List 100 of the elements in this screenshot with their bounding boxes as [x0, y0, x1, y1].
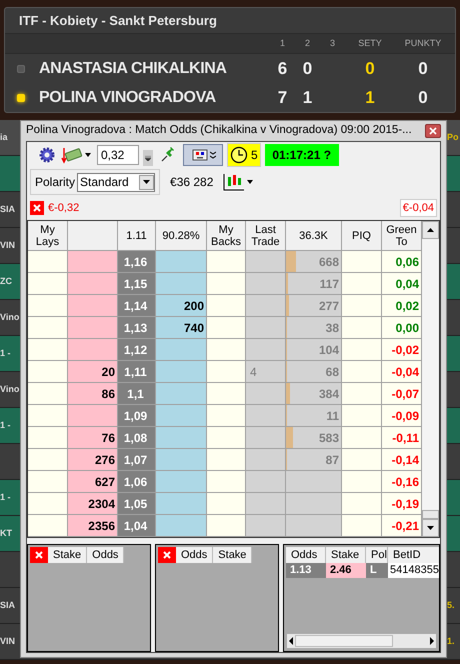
scroll-up-button[interactable]: [422, 221, 439, 239]
column-header[interactable]: 90.28%: [156, 221, 207, 251]
lay-volume-cell[interactable]: 76: [68, 427, 118, 449]
back-volume-cell[interactable]: [156, 339, 207, 361]
ladder-cell[interactable]: [28, 471, 68, 493]
lay-volume-cell[interactable]: [68, 251, 118, 273]
column-header[interactable]: Pol: [366, 547, 388, 563]
ladder-cell[interactable]: [207, 295, 246, 317]
lay-volume-cell[interactable]: [68, 405, 118, 427]
scrollbar[interactable]: [422, 221, 439, 537]
column-header[interactable]: Last Trade: [246, 221, 286, 251]
arrow-up-icon[interactable]: [427, 228, 434, 232]
candlestick-icon[interactable]: [223, 173, 246, 191]
ladder-cell[interactable]: [207, 471, 246, 493]
ladder-cell[interactable]: [28, 405, 68, 427]
arrow-down-icon[interactable]: [427, 526, 434, 530]
column-header[interactable]: Odds: [176, 547, 214, 563]
back-volume-cell[interactable]: [156, 251, 207, 273]
lay-volume-cell[interactable]: 86: [68, 383, 118, 405]
ladder-cell[interactable]: [207, 449, 246, 471]
column-header[interactable]: Odds: [286, 547, 326, 563]
column-header[interactable]: Odds: [87, 547, 124, 563]
ladder-cell[interactable]: [207, 427, 246, 449]
lay-volume-cell[interactable]: 276: [68, 449, 118, 471]
caret-icon[interactable]: [247, 180, 254, 184]
lay-volume-cell[interactable]: [68, 317, 118, 339]
scroll-thumb[interactable]: [295, 635, 393, 647]
column-header[interactable]: 1.11: [118, 221, 156, 251]
back-volume-cell[interactable]: [156, 383, 207, 405]
column-header[interactable]: Stake: [326, 547, 366, 563]
back-volume-cell[interactable]: [156, 493, 207, 515]
ladder-cell[interactable]: [28, 449, 68, 471]
money-icon[interactable]: [61, 146, 83, 164]
clear-button[interactable]: [30, 547, 48, 563]
ladder-cell[interactable]: [28, 295, 68, 317]
lay-volume-cell[interactable]: 20: [68, 361, 118, 383]
ladder-cell[interactable]: [207, 493, 246, 515]
lay-volume-cell[interactable]: [68, 273, 118, 295]
column-header[interactable]: Stake: [48, 547, 88, 563]
ladder-cell[interactable]: [207, 317, 246, 339]
column-header[interactable]: 36.3K: [286, 221, 342, 251]
ladder-cell[interactable]: [28, 251, 68, 273]
stake-field[interactable]: 0,32: [97, 145, 139, 165]
column-header[interactable]: PIQ: [342, 221, 382, 251]
back-volume-cell[interactable]: [156, 515, 207, 537]
ladder-cell: [342, 493, 382, 515]
column-header[interactable]: Stake: [213, 547, 252, 563]
ladder-cell[interactable]: [207, 361, 246, 383]
close-icon[interactable]: [429, 127, 437, 135]
robot-icon[interactable]: [190, 148, 208, 162]
close-icon[interactable]: [35, 551, 43, 559]
back-volume-cell[interactable]: [156, 361, 207, 383]
back-volume-cell[interactable]: [156, 427, 207, 449]
polarity-select[interactable]: Standard: [77, 172, 156, 192]
column-header[interactable]: [68, 221, 118, 251]
ladder-cell[interactable]: [207, 273, 246, 295]
back-volume-cell[interactable]: [156, 449, 207, 471]
double-chevron-icon[interactable]: [210, 151, 216, 159]
back-volume-cell[interactable]: [156, 471, 207, 493]
column-header[interactable]: BetID: [388, 547, 439, 563]
robot-button[interactable]: [183, 144, 223, 166]
lay-volume-cell[interactable]: [68, 339, 118, 361]
pin-icon[interactable]: [160, 147, 176, 163]
scroll-thumb[interactable]: [422, 510, 439, 519]
arrow-right-icon[interactable]: [428, 637, 436, 645]
lay-volume-cell[interactable]: 627: [68, 471, 118, 493]
caret-icon[interactable]: [143, 180, 150, 184]
ladder-cell[interactable]: [207, 339, 246, 361]
scroll-down-button[interactable]: [422, 519, 439, 537]
column-header[interactable]: Green To: [382, 221, 422, 251]
ladder-cell[interactable]: [28, 339, 68, 361]
spin-icon[interactable]: [143, 150, 153, 166]
back-volume-cell[interactable]: 200: [156, 295, 207, 317]
ladder-cell[interactable]: [207, 405, 246, 427]
column-header[interactable]: My Backs: [207, 221, 246, 251]
ladder-cell[interactable]: [207, 515, 246, 537]
ladder-cell[interactable]: [207, 251, 246, 273]
ladder-cell[interactable]: [28, 493, 68, 515]
clear-button[interactable]: [158, 547, 176, 563]
column-header[interactable]: My Lays: [28, 221, 68, 251]
ladder-cell[interactable]: [28, 427, 68, 449]
close-icon[interactable]: [33, 204, 41, 212]
ladder-cell[interactable]: [28, 515, 68, 537]
horizontal-scrollbar[interactable]: [286, 633, 437, 649]
arrow-left-icon[interactable]: [287, 637, 295, 645]
ladder-cell[interactable]: [28, 317, 68, 339]
ladder-cell[interactable]: [28, 273, 68, 295]
back-volume-cell[interactable]: [156, 405, 207, 427]
close-all-button[interactable]: [30, 201, 44, 215]
lay-volume-cell[interactable]: 2356: [68, 515, 118, 537]
lay-volume-cell[interactable]: 2304: [68, 493, 118, 515]
settings-icon[interactable]: [39, 147, 55, 163]
back-volume-cell[interactable]: 740: [156, 317, 207, 339]
lay-volume-cell[interactable]: [68, 295, 118, 317]
ladder-cell[interactable]: [28, 383, 68, 405]
ladder-cell[interactable]: [207, 383, 246, 405]
close-button[interactable]: [425, 124, 441, 138]
close-icon[interactable]: [163, 551, 171, 559]
back-volume-cell[interactable]: [156, 273, 207, 295]
ladder-cell[interactable]: [28, 361, 68, 383]
